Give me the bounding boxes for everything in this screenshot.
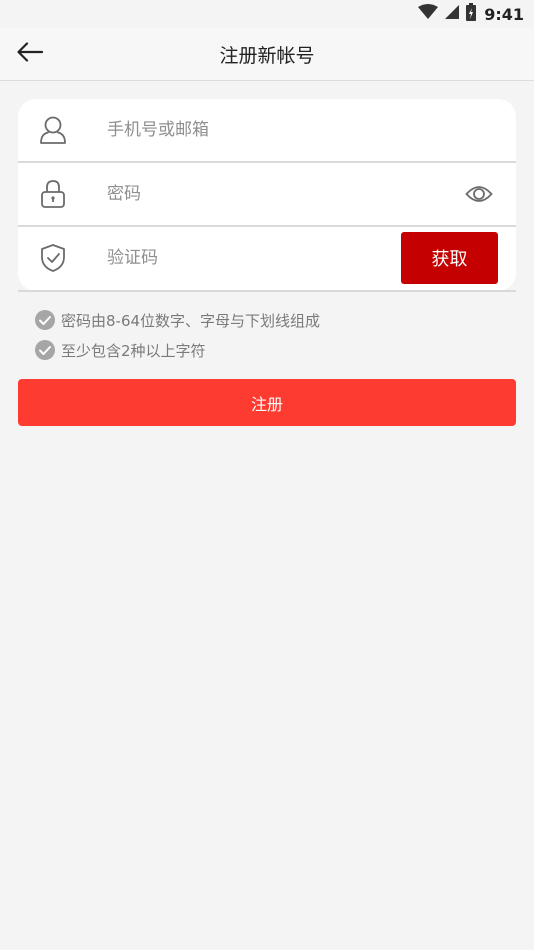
account-input[interactable] [107,115,407,145]
password-input[interactable] [107,179,407,209]
register-form-card: 获取 [18,99,516,291]
user-icon [38,114,68,146]
status-time: 9:41 [484,4,524,24]
wifi-icon [418,4,439,24]
password-hints: 密码由8-64位数字、字母与下划线组成 至少包含2种以上字符 [35,305,320,365]
app-header: 注册新帐号 [0,28,534,81]
shield-check-icon [38,242,68,274]
check-circle-icon [35,340,55,360]
check-circle-icon [35,310,55,330]
status-bar: 9:41 [0,0,534,28]
battery-charging-icon [466,3,477,25]
hint-item: 密码由8-64位数字、字母与下划线组成 [35,305,320,335]
get-code-button[interactable]: 获取 [401,232,498,284]
hint-text: 至少包含2种以上字符 [61,341,206,360]
cellular-signal-icon [444,4,460,24]
eye-icon[interactable] [464,180,494,208]
lock-icon [38,178,68,210]
divider [18,290,516,292]
register-button[interactable]: 注册 [18,379,516,426]
hint-text: 密码由8-64位数字、字母与下划线组成 [61,311,321,330]
verification-code-input[interactable] [107,243,407,273]
code-row: 获取 [18,227,516,289]
status-icons: 9:41 [418,3,524,25]
password-row [18,163,516,225]
page-title: 注册新帐号 [219,45,315,67]
account-row [18,99,516,161]
hint-item: 至少包含2种以上字符 [35,335,320,365]
